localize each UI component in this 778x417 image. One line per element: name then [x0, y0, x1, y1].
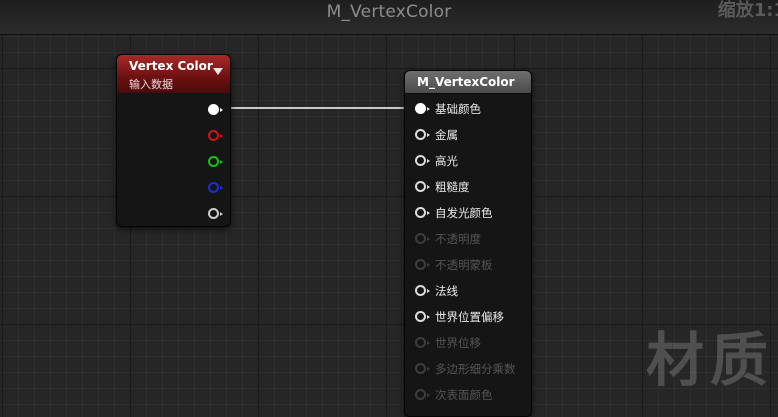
- material-input-row: 多边形细分乘数: [415, 360, 527, 378]
- input-label: 世界位移: [435, 336, 481, 350]
- input-pin[interactable]: [415, 181, 430, 192]
- input-label: 法线: [435, 284, 458, 298]
- watermark: 材质: [645, 326, 774, 394]
- material-input-row[interactable]: 法线: [415, 282, 527, 300]
- vertex-color-node-header[interactable]: Vertex Color 输入数据: [117, 55, 230, 93]
- input-label: 粗糙度: [435, 180, 470, 194]
- input-pin: [415, 233, 430, 244]
- input-label: 高光: [435, 154, 458, 168]
- output-pin-a[interactable]: [208, 208, 223, 219]
- material-input-row[interactable]: 世界位置偏移: [415, 308, 527, 326]
- input-label: 不透明度: [435, 232, 481, 246]
- graph-title: M_VertexColor: [326, 2, 452, 22]
- material-node-header[interactable]: M_VertexColor: [405, 71, 531, 94]
- output-pin-rgba[interactable]: [208, 104, 223, 115]
- output-pin-g[interactable]: [208, 156, 223, 167]
- input-label: 次表面颜色: [435, 388, 493, 402]
- material-input-row: 世界位移: [415, 334, 527, 352]
- graph-title-bar: M_VertexColor 缩放1:1: [0, 0, 778, 35]
- material-input-row[interactable]: 金属: [415, 126, 527, 144]
- input-pin[interactable]: [415, 311, 430, 322]
- input-label: 世界位置偏移: [435, 310, 504, 324]
- material-input-row: 不透明蒙板: [415, 256, 527, 274]
- output-pin-b[interactable]: [208, 182, 223, 193]
- input-pin: [415, 259, 430, 270]
- input-pin[interactable]: [415, 103, 430, 114]
- vertex-color-node[interactable]: Vertex Color 输入数据: [116, 54, 231, 227]
- material-input-row[interactable]: 基础颜色: [415, 100, 527, 118]
- material-input-row[interactable]: 自发光颜色: [415, 204, 527, 222]
- input-label: 基础颜色: [435, 102, 481, 116]
- input-label: 不透明蒙板: [435, 258, 493, 272]
- input-pin[interactable]: [415, 155, 430, 166]
- material-input-row[interactable]: 粗糙度: [415, 178, 527, 196]
- chevron-down-icon[interactable]: [213, 68, 223, 75]
- input-pin: [415, 363, 430, 374]
- vertex-color-node-title: Vertex Color: [129, 59, 213, 73]
- zoom-level: 缩放1:1: [717, 0, 778, 21]
- material-input-row[interactable]: 高光: [415, 152, 527, 170]
- input-label: 多边形细分乘数: [435, 362, 516, 376]
- output-pin-r[interactable]: [208, 130, 223, 141]
- input-pin[interactable]: [415, 129, 430, 140]
- input-label: 自发光颜色: [435, 206, 493, 220]
- input-pin: [415, 337, 430, 348]
- input-pin: [415, 389, 430, 400]
- input-label: 金属: [435, 128, 458, 142]
- input-pin[interactable]: [415, 207, 430, 218]
- material-input-row: 不透明度: [415, 230, 527, 248]
- material-result-node[interactable]: M_VertexColor 基础颜色金属高光粗糙度自发光颜色不透明度不透明蒙板法…: [404, 70, 532, 417]
- vertex-color-node-subtitle: 输入数据: [129, 78, 173, 91]
- material-node-title: M_VertexColor: [417, 75, 515, 89]
- input-pin[interactable]: [415, 285, 430, 296]
- material-input-row: 次表面颜色: [415, 386, 527, 404]
